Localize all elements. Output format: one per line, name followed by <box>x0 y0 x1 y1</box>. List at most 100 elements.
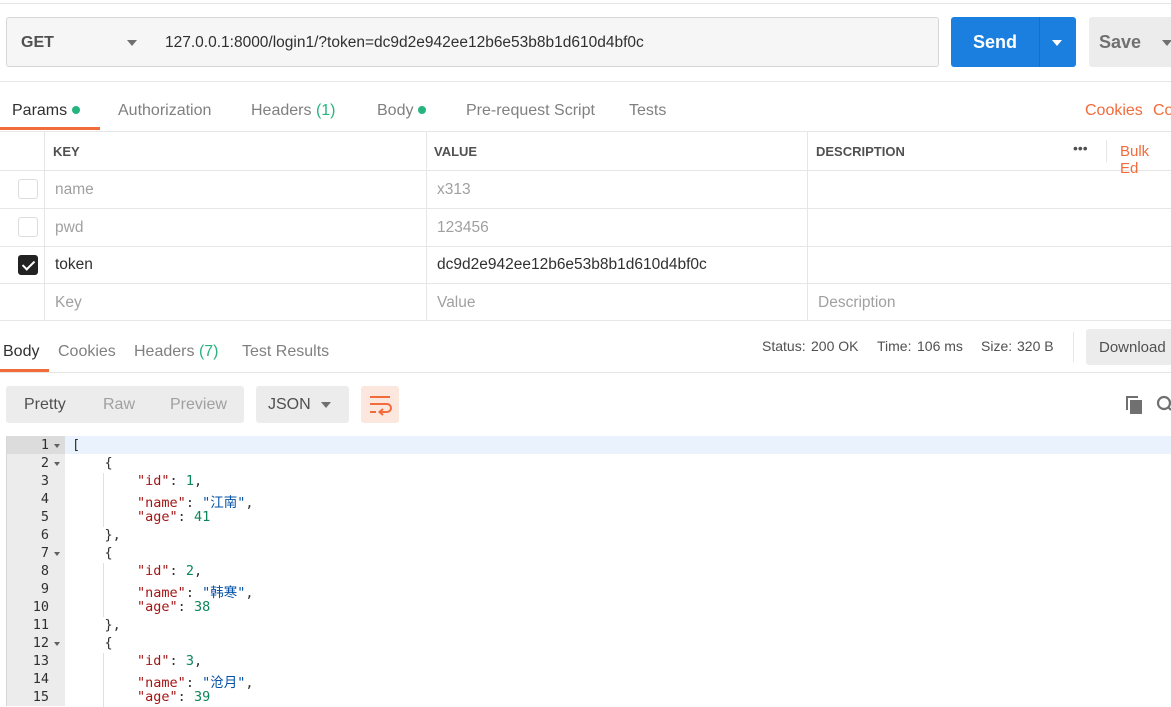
line-number: 1 <box>40 437 49 453</box>
time-value[interactable]: 106 ms <box>917 338 963 354</box>
row-checkbox[interactable] <box>18 217 38 237</box>
divider <box>0 81 1171 82</box>
line-number: 3 <box>40 473 49 489</box>
table-border <box>0 208 1171 209</box>
code-link[interactable]: Co <box>1153 102 1171 120</box>
record-id: 2 <box>185 563 194 579</box>
table-border <box>0 283 1171 284</box>
tab-params-label: Params <box>12 102 68 119</box>
save-options-chevron-icon[interactable] <box>1162 40 1171 46</box>
wrap-lines-icon <box>370 396 392 416</box>
column-header-value: VALUE <box>434 144 478 159</box>
bulk-edit-link[interactable]: Bulk Ed <box>1120 143 1171 177</box>
status-label: Status: <box>762 338 806 354</box>
code-line: "id": 3, <box>137 653 203 669</box>
tab-tests[interactable]: Tests <box>629 102 666 120</box>
code-line: "id": 1, <box>137 473 203 489</box>
tab-authorization[interactable]: Authorization <box>118 102 211 120</box>
chevron-down-icon <box>321 402 331 408</box>
send-button[interactable]: Send <box>951 17 1076 67</box>
response-body-editor[interactable]: 1 2 3 4 5 6 7 8 9 10 11 12 13 14 15 [ { … <box>0 436 1171 707</box>
line-number: 10 <box>32 599 49 615</box>
line-number: 12 <box>32 635 49 651</box>
param-value[interactable]: x313 <box>437 181 471 199</box>
column-border <box>807 131 808 321</box>
line-number: 14 <box>32 671 49 687</box>
row-checkbox-checked[interactable] <box>18 255 38 275</box>
code-line: "id": 2, <box>137 563 203 579</box>
table-border <box>0 131 1171 132</box>
divider <box>0 372 1171 373</box>
download-button[interactable]: Download <box>1086 329 1171 365</box>
tab-params[interactable]: Params <box>12 102 81 120</box>
fold-chevron-icon[interactable] <box>54 642 60 646</box>
param-key[interactable]: token <box>55 256 93 274</box>
method-select[interactable]: GET <box>6 17 152 67</box>
search-icon[interactable] <box>1155 394 1171 421</box>
line-number: 4 <box>40 491 49 507</box>
size-value[interactable]: 320 B <box>1017 338 1054 354</box>
response-tab-headers-label: Headers <box>134 343 195 360</box>
record-age: 39 <box>193 689 211 705</box>
save-label: Save <box>1099 32 1142 52</box>
wrap-lines-button[interactable] <box>361 386 399 423</box>
new-description-input[interactable]: Description <box>818 294 896 312</box>
download-label: Download <box>1099 339 1166 356</box>
fold-chevron-icon[interactable] <box>54 444 60 448</box>
param-value[interactable]: 123456 <box>437 219 489 237</box>
copy-icon[interactable] <box>1124 394 1144 421</box>
line-number: 13 <box>32 653 49 669</box>
chevron-down-icon <box>127 40 137 46</box>
url-text: 127.0.0.1:8000/login1/?token=dc9d2e942ee… <box>165 34 644 51</box>
table-border <box>0 320 1171 321</box>
code-line: { <box>72 455 113 471</box>
time-label: Time: <box>877 338 912 354</box>
tab-headers[interactable]: Headers (1) <box>251 102 336 120</box>
send-label: Send <box>973 32 1018 52</box>
tab-headers-label: Headers <box>251 102 312 119</box>
send-options-chevron-icon[interactable] <box>1052 40 1062 46</box>
params-indicator-dot <box>72 106 81 114</box>
code-line: { <box>72 635 113 651</box>
view-raw-button[interactable]: Raw <box>103 396 135 414</box>
view-mode-group: Pretty Raw Preview <box>6 386 244 423</box>
fold-chevron-icon[interactable] <box>54 552 60 556</box>
cookies-link[interactable]: Cookies <box>1085 102 1143 120</box>
code-line: "name": "韩寒", <box>137 585 254 601</box>
view-preview-button[interactable]: Preview <box>170 396 227 414</box>
active-tab-underline <box>0 127 100 130</box>
response-tab-test-results[interactable]: Test Results <box>242 343 329 361</box>
format-label: JSON <box>268 396 311 413</box>
line-number: 15 <box>32 689 49 705</box>
code-line: "age": 38 <box>137 599 211 615</box>
param-value[interactable]: dc9d2e942ee12b6e53b8b1d610d4bf0c <box>437 256 707 274</box>
param-key[interactable]: name <box>55 181 94 199</box>
column-border <box>44 131 45 321</box>
tab-prerequest-script[interactable]: Pre-request Script <box>466 102 595 120</box>
line-number: 11 <box>32 617 49 633</box>
row-checkbox[interactable] <box>18 179 38 199</box>
response-tab-headers[interactable]: Headers (7) <box>134 343 219 361</box>
line-number: 9 <box>40 581 49 597</box>
body-indicator-dot <box>418 106 427 114</box>
divider <box>1073 332 1074 362</box>
save-button[interactable]: Save <box>1089 17 1171 67</box>
format-select[interactable]: JSON <box>256 386 349 423</box>
tab-body-label: Body <box>377 102 414 119</box>
tab-body[interactable]: Body <box>377 102 427 120</box>
code-line: { <box>72 545 113 561</box>
new-value-input[interactable]: Value <box>437 294 476 312</box>
response-tab-body[interactable]: Body <box>3 343 39 361</box>
new-key-input[interactable]: Key <box>55 294 82 312</box>
fold-chevron-icon[interactable] <box>54 462 60 466</box>
record-age: 38 <box>193 599 211 615</box>
param-key[interactable]: pwd <box>55 219 83 237</box>
response-tab-cookies[interactable]: Cookies <box>58 343 116 361</box>
view-pretty-button[interactable]: Pretty <box>24 396 66 414</box>
status-value[interactable]: 200 OK <box>811 338 858 354</box>
line-number: 7 <box>40 545 49 561</box>
url-input[interactable]: 127.0.0.1:8000/login1/?token=dc9d2e942ee… <box>151 17 939 67</box>
size-label: Size: <box>981 338 1013 354</box>
more-options-icon[interactable]: ••• <box>1073 140 1088 156</box>
code-line: "name": "江南", <box>137 495 254 511</box>
